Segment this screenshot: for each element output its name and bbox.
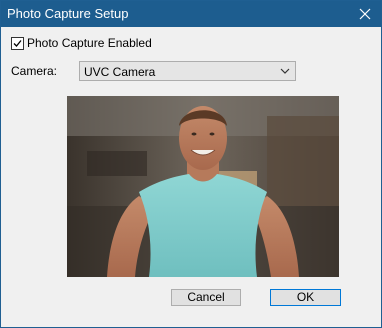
checkmark-icon — [13, 39, 22, 47]
photo-capture-enabled-label[interactable]: Photo Capture Enabled — [27, 36, 152, 50]
title-bar[interactable]: Photo Capture Setup — [1, 1, 381, 27]
ok-button[interactable]: OK — [270, 289, 341, 306]
camera-preview-image — [67, 96, 339, 277]
camera-select-value: UVC Camera — [84, 65, 156, 79]
photo-capture-enabled-checkbox[interactable] — [11, 36, 24, 50]
photo-capture-setup-dialog: Photo Capture Setup Photo Capture Enable… — [0, 0, 382, 328]
close-icon — [359, 8, 371, 20]
window-title: Photo Capture Setup — [7, 6, 129, 21]
camera-select[interactable]: UVC Camera — [79, 61, 296, 81]
photo-capture-enabled-row[interactable]: Photo Capture Enabled — [11, 36, 152, 50]
dialog-client-area: Photo Capture Enabled Camera: UVC Camera — [1, 27, 381, 327]
camera-preview — [67, 96, 339, 277]
chevron-down-icon — [280, 68, 290, 74]
cancel-button[interactable]: Cancel — [171, 289, 241, 306]
camera-label: Camera: — [11, 64, 58, 78]
close-button[interactable] — [349, 1, 381, 27]
